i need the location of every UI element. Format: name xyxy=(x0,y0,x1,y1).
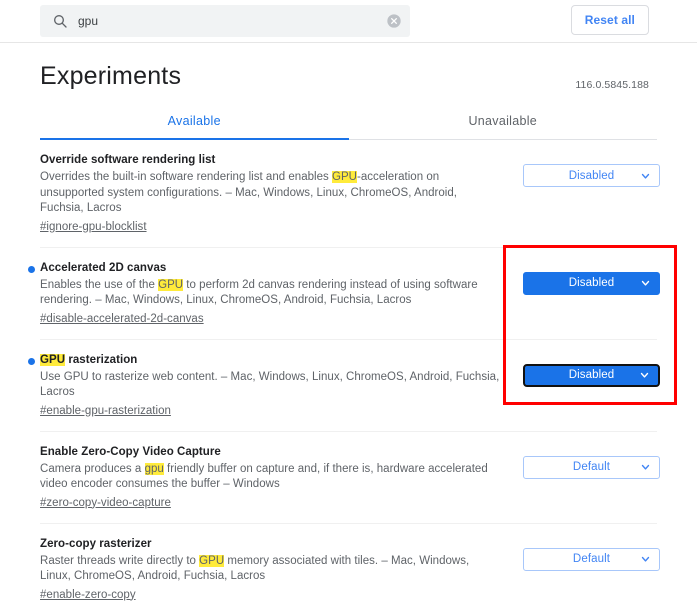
reset-all-button[interactable]: Reset all xyxy=(570,5,649,35)
flags-page: Reset all Experiments 116.0.5845.188 Ava… xyxy=(0,0,697,607)
experiment-permalink[interactable]: #zero-copy-video-capture xyxy=(40,497,171,509)
experiment-title: Override software rendering list xyxy=(40,154,216,166)
experiment-title: Enable Zero-Copy Video Capture xyxy=(40,445,221,458)
modified-indicator-dot-icon xyxy=(28,357,35,365)
search-match-highlight: gpu xyxy=(144,462,164,475)
experiment-description: Overrides the built-in software renderin… xyxy=(40,171,457,214)
experiment-row: Accelerated 2D canvas Enables the use of … xyxy=(28,248,660,340)
clear-icon[interactable] xyxy=(386,13,402,29)
tab-available[interactable]: Available xyxy=(40,111,349,140)
search-box[interactable] xyxy=(40,5,410,37)
page-title: Experiments xyxy=(40,62,182,90)
experiment-row: Override software rendering list Override… xyxy=(40,140,660,248)
experiment-permalink[interactable]: #disable-accelerated-2d-canvas xyxy=(40,313,204,325)
search-match-highlight: GPU xyxy=(199,554,225,567)
experiment-details: Accelerated 2D canvas Enables the use of … xyxy=(28,261,510,327)
version-label: 116.0.5845.188 xyxy=(575,79,649,91)
experiment-details: Enable Zero-Copy Video Capture Camera pro… xyxy=(40,445,510,511)
chevron-down-icon xyxy=(641,173,650,179)
top-toolbar: Reset all xyxy=(0,0,697,43)
experiment-title: GPU rasterization xyxy=(40,353,138,366)
search-match-highlight: GPU xyxy=(332,171,358,183)
tab-unavailable[interactable]: Unavailable xyxy=(349,111,658,139)
experiment-permalink[interactable]: #ignore-gpu-blocklist xyxy=(40,221,147,233)
chevron-down-icon xyxy=(641,556,650,562)
experiment-state-value: Disabled xyxy=(568,277,615,289)
experiment-permalink[interactable]: #enable-gpu-rasterization xyxy=(40,405,171,417)
experiment-state-value: Default xyxy=(572,461,611,473)
experiment-title: Zero-copy rasterizer xyxy=(40,537,152,550)
chevron-down-icon xyxy=(641,280,650,286)
experiment-control: Disabled xyxy=(510,353,660,387)
search-match-highlight: GPU xyxy=(40,353,66,366)
experiment-control: Disabled xyxy=(510,261,660,295)
experiment-title: Accelerated 2D canvas xyxy=(40,261,167,274)
experiment-details: Override software rendering list Override… xyxy=(40,153,510,235)
search-input[interactable] xyxy=(68,5,386,37)
experiment-row: GPU rasterization Use GPU to rasterize we… xyxy=(28,340,660,432)
experiment-description: Use GPU to rasterize web content. – Mac,… xyxy=(40,370,500,399)
experiment-row: Enable Zero-Copy Video Capture Camera pro… xyxy=(40,432,660,524)
experiment-state-value: Default xyxy=(572,553,611,565)
experiment-state-select[interactable]: Disabled xyxy=(523,271,660,295)
experiment-control: Default xyxy=(510,445,660,479)
experiment-control: Default xyxy=(510,537,660,571)
search-icon xyxy=(54,15,67,28)
tab-bar: Available Unavailable xyxy=(40,111,657,140)
experiment-details: Zero-copy rasterizer Raster threads write… xyxy=(40,537,510,603)
experiment-row: Zero-copy rasterizer Raster threads write… xyxy=(40,524,660,607)
experiment-control: Disabled xyxy=(510,153,660,187)
experiment-description: Enables the use of the GPU to perform 2d… xyxy=(40,278,478,306)
experiment-state-select[interactable]: Default xyxy=(523,547,660,571)
experiment-state-value: Disabled xyxy=(568,169,615,182)
page-header: Experiments 116.0.5845.188 xyxy=(0,43,697,91)
experiment-description: Raster threads write directly to GPU mem… xyxy=(40,554,470,582)
chevron-down-icon xyxy=(640,372,649,378)
experiment-state-select[interactable]: Disabled xyxy=(523,363,660,387)
chevron-down-icon xyxy=(641,464,650,470)
experiment-details: GPU rasterization Use GPU to rasterize we… xyxy=(28,353,510,419)
experiment-state-select[interactable]: Default xyxy=(523,455,660,479)
modified-indicator-dot-icon xyxy=(28,265,35,273)
search-match-highlight: GPU xyxy=(158,278,184,291)
experiment-permalink[interactable]: #enable-zero-copy xyxy=(40,589,136,601)
experiments-list: Override software rendering list Override… xyxy=(0,140,697,607)
experiment-state-value: Disabled xyxy=(568,369,615,381)
experiment-description: Camera produces a gpu friendly buffer on… xyxy=(40,462,488,490)
experiment-state-select[interactable]: Disabled xyxy=(523,164,660,187)
